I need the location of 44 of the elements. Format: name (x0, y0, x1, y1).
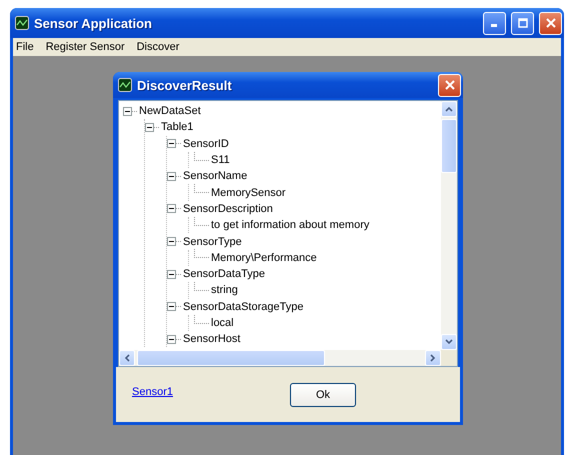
close-button[interactable] (539, 12, 562, 34)
tree-node[interactable]: SensorDataType (181, 268, 265, 280)
tree-node[interactable]: SensorType (181, 236, 242, 248)
collapse-icon[interactable] (167, 302, 176, 312)
collapse-icon[interactable] (167, 334, 176, 344)
tree-node[interactable]: to get information about memory (209, 219, 370, 232)
collapse-icon[interactable] (167, 237, 176, 246)
tree-node[interactable]: SensorDataStorageType (181, 300, 304, 313)
app-icon (15, 16, 29, 30)
window-title: Sensor Application (34, 16, 153, 30)
collapse-icon[interactable] (167, 204, 176, 214)
maximize-icon (518, 18, 528, 28)
scroll-thumb[interactable] (137, 350, 325, 366)
app-icon (118, 78, 132, 92)
tree-node[interactable]: MemorySensor (209, 186, 286, 199)
tree-node[interactable]: local (209, 317, 234, 329)
tree-node[interactable]: S11 (209, 154, 230, 166)
tree-node[interactable]: Memory\Performance (209, 252, 317, 264)
collapse-icon[interactable] (167, 139, 176, 148)
scroll-thumb[interactable] (441, 119, 457, 173)
collapse-icon[interactable] (167, 172, 176, 181)
menu-item[interactable]: Discover (136, 41, 180, 53)
menu-item[interactable]: Register Sensor (46, 41, 125, 53)
close-icon (546, 18, 556, 28)
close-icon (444, 80, 454, 90)
collapse-icon[interactable] (167, 270, 176, 279)
dialog-title: DiscoverResult (137, 78, 233, 92)
sensor-link[interactable]: Sensor1 (132, 386, 173, 398)
tree-node[interactable]: SensorDescription (181, 202, 273, 215)
tree-node[interactable]: string (209, 284, 238, 296)
tree-node[interactable]: NewDataSet (137, 105, 201, 118)
collapse-icon[interactable] (145, 122, 154, 132)
horizontal-scrollbar[interactable] (119, 350, 441, 366)
ok-button[interactable]: Ok (290, 382, 356, 406)
tree-node[interactable]: SensorName (181, 170, 248, 182)
close-button[interactable] (438, 74, 461, 96)
minimize-button[interactable] (483, 12, 506, 34)
tree-node[interactable]: Table1 (159, 121, 194, 134)
vertical-scrollbar[interactable] (441, 101, 457, 350)
maximize-button[interactable] (511, 12, 534, 34)
menu-item[interactable]: File (16, 41, 34, 53)
tree-node[interactable]: SensorHost (181, 333, 240, 346)
tree-node[interactable]: SensorID (181, 138, 229, 150)
collapse-icon[interactable] (123, 106, 132, 116)
